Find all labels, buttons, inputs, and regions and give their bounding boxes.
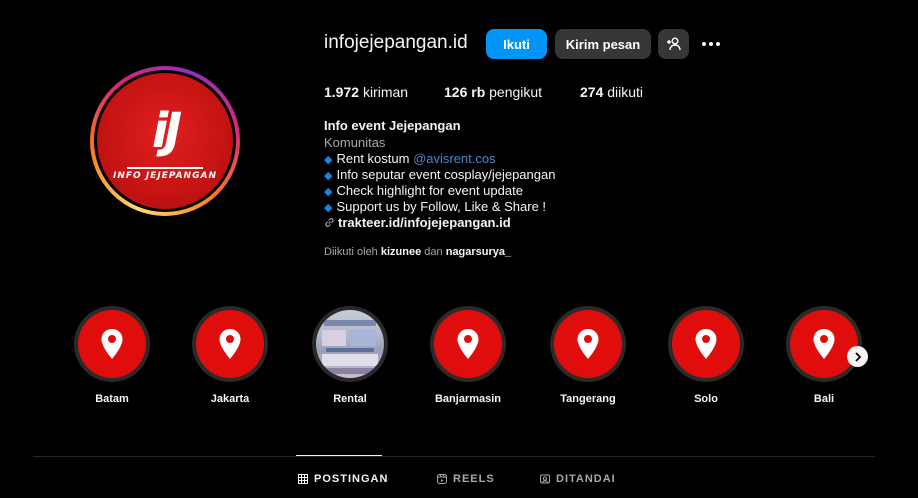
highlight-label: Rental [333,393,367,405]
logo-text: INFO JEJEPANGAN [113,171,217,181]
bio-category: Komunitas [324,135,386,150]
followed-by[interactable]: Diikuti oleh kizunee dan nagarsurya_ [324,246,511,258]
location-pin-icon [434,310,502,378]
location-pin-icon [196,310,264,378]
highlight-ring [786,306,862,382]
more-icon [702,42,720,46]
location-pin-icon [790,310,858,378]
bio-line-1: ◆ Rent kostum @avisrent.cos [324,151,496,166]
highlights-next-button[interactable] [847,346,868,367]
location-pin-icon [78,310,146,378]
bio-line-3: ◆ Check highlight for event update [324,183,523,198]
highlight-ring [550,306,626,382]
more-options-button[interactable] [700,34,722,54]
highlight-tangerang[interactable]: Tangerang [550,306,626,405]
add-user-icon [666,37,681,51]
reels-icon [437,474,447,484]
highlight-label: Batam [95,393,129,405]
message-button[interactable]: Kirim pesan [555,29,651,59]
followers-stat[interactable]: 126 rb pengikut [444,84,542,100]
highlight-ring [668,306,744,382]
bio-link[interactable]: trakteer.id/infojejepangan.id [324,215,511,230]
highlight-ring [312,306,388,382]
active-tab-indicator [296,455,382,456]
follow-button[interactable]: Ikuti [486,29,547,59]
highlight-bali[interactable]: Bali [786,306,862,405]
profile-username: infojejepangan.id [324,32,468,53]
mention-link[interactable]: @avisrent.cos [413,151,496,166]
posts-stat: 1.972 kiriman [324,84,409,100]
highlight-cover-image [316,310,384,378]
diamond-icon: ◆ [324,202,333,214]
highlight-batam[interactable]: Batam [74,306,150,405]
highlight-label: Bali [813,393,835,405]
highlight-ring [430,306,506,382]
bio-name: Info event Jejepangan [324,118,461,133]
highlight-label: Tangerang [560,393,616,405]
logo-mark: iJ [151,103,182,159]
tab-posts[interactable]: POSTINGAN [298,473,388,485]
location-pin-icon [672,310,740,378]
bio-line-4: ◆ Support us by Follow, Like & Share ! [324,199,547,214]
highlight-solo[interactable]: Solo [668,306,744,405]
link-icon [325,218,334,227]
add-user-button[interactable] [658,29,689,59]
chevron-right-icon [854,351,861,362]
tagged-icon [540,474,550,484]
diamond-icon: ◆ [324,170,333,182]
profile-avatar[interactable]: iJ INFO JEJEPANGAN [90,66,240,216]
highlight-banjarmasin[interactable]: Banjarmasin [430,306,506,405]
highlight-rental[interactable]: Rental [312,306,388,405]
highlight-ring [74,306,150,382]
diamond-icon: ◆ [324,154,333,166]
highlight-ring [192,306,268,382]
grid-icon [298,474,308,484]
highlight-label: Jakarta [210,393,250,405]
bio-line-2: ◆ Info seputar event cosplay/jejepangan [324,167,556,182]
tab-reels[interactable]: REELS [437,473,495,485]
location-pin-icon [554,310,622,378]
highlight-jakarta[interactable]: Jakarta [192,306,268,405]
diamond-icon: ◆ [324,186,333,198]
following-stat[interactable]: 274 diikuti [580,84,643,100]
tab-tagged[interactable]: DITANDAI [540,473,616,485]
tabs-divider [33,456,875,457]
highlight-label: Banjarmasin [434,393,502,405]
highlight-label: Solo [694,393,718,405]
